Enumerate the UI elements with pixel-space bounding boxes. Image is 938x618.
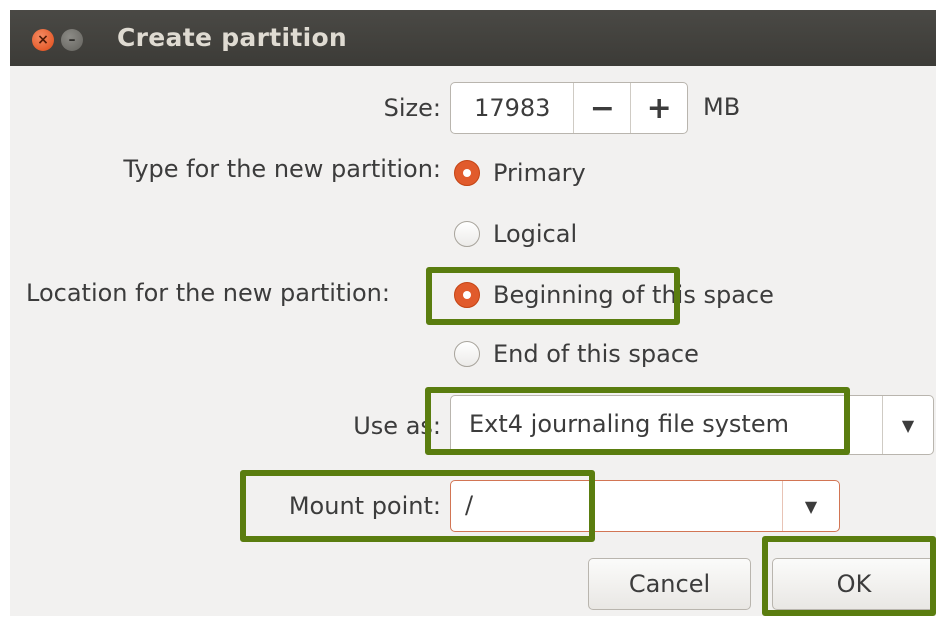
size-spinbutton: 17983 − + (450, 82, 688, 134)
radio-end-label: End of this space (493, 340, 699, 368)
close-window-button[interactable]: × (32, 29, 54, 51)
cancel-button[interactable]: Cancel (588, 558, 751, 610)
radio-checked-icon (454, 160, 480, 186)
radio-end-of-space[interactable]: End of this space (454, 340, 699, 368)
use-as-label: Use as: (353, 412, 441, 440)
radio-beginning-of-space[interactable]: Beginning of this space (454, 281, 774, 309)
size-input[interactable]: 17983 (451, 94, 573, 122)
radio-logical[interactable]: Logical (454, 220, 577, 248)
chevron-down-icon[interactable]: ▼ (882, 396, 933, 454)
radio-primary-label: Primary (493, 159, 586, 187)
radio-unchecked-icon (454, 341, 480, 367)
close-icon: × (37, 32, 49, 48)
create-partition-dialog: × – Create partition Size: 17983 − + MB … (10, 10, 936, 616)
mount-point-input[interactable]: / (465, 491, 473, 519)
chevron-down-icon[interactable]: ▼ (782, 481, 839, 531)
minimize-window-button[interactable]: – (61, 29, 83, 51)
size-unit-label: MB (703, 93, 741, 121)
use-as-dropdown[interactable]: Ext4 journaling file system ▼ (450, 395, 934, 455)
radio-primary[interactable]: Primary (454, 159, 586, 187)
title-bar: × – Create partition (10, 10, 936, 66)
radio-logical-label: Logical (493, 220, 578, 248)
partition-location-label: Location for the new partition: (26, 279, 390, 307)
increase-size-button[interactable]: + (630, 83, 687, 133)
size-label: Size: (383, 94, 441, 122)
minimize-icon: – (68, 32, 76, 48)
radio-checked-icon (454, 282, 480, 308)
ok-button[interactable]: OK (772, 558, 936, 610)
radio-beginning-label: Beginning of this space (493, 281, 774, 309)
use-as-selected-value: Ext4 journaling file system (469, 410, 789, 438)
decrease-size-button[interactable]: − (573, 83, 630, 133)
radio-unchecked-icon (454, 221, 480, 247)
partition-type-label: Type for the new partition: (123, 155, 441, 183)
mount-point-label: Mount point: (288, 492, 441, 520)
mount-point-combo[interactable]: / ▼ (450, 480, 840, 532)
dialog-title: Create partition (117, 23, 348, 52)
